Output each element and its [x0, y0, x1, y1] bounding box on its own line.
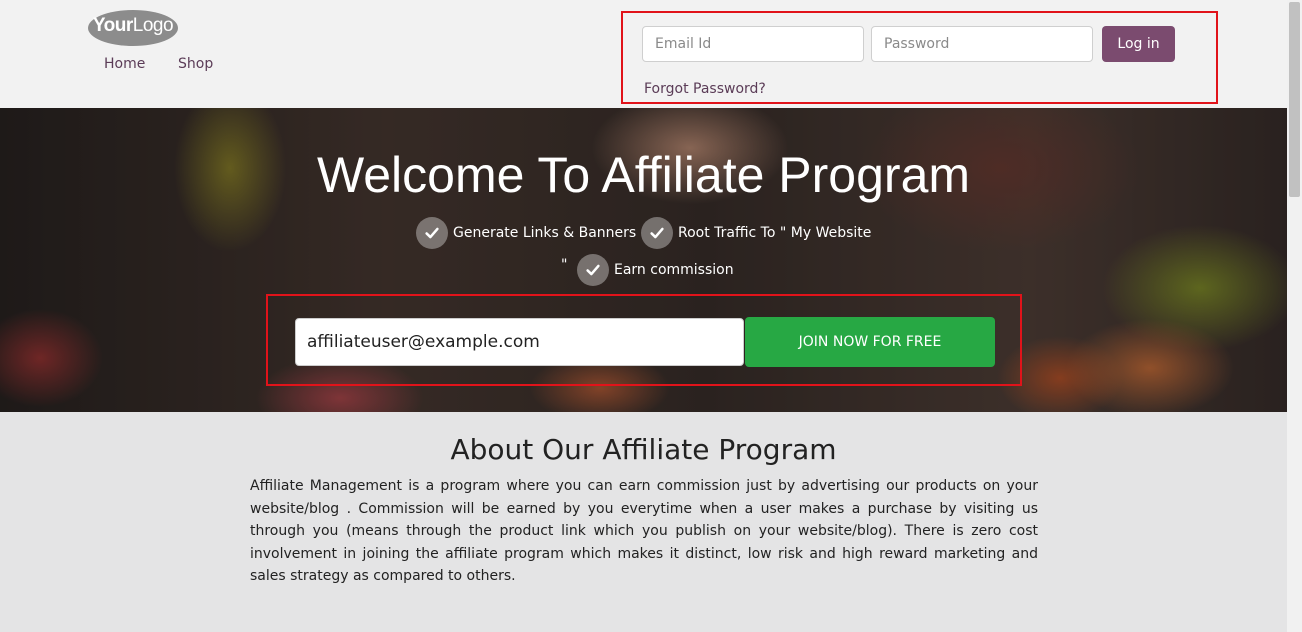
- stray-quote: ": [561, 257, 568, 273]
- logo-text-bold: Your: [92, 15, 133, 36]
- feature-earn-commission: Earn commission: [577, 254, 734, 286]
- page-scrollbar[interactable]: [1287, 0, 1302, 632]
- feature-generate-links: Generate Links & Banners: [416, 217, 636, 249]
- forgot-password-link[interactable]: Forgot Password?: [644, 81, 766, 97]
- check-icon: [577, 254, 609, 286]
- nav-shop-link[interactable]: Shop: [178, 56, 213, 72]
- feature-root-traffic: Root Traffic To " My Website: [641, 217, 871, 249]
- join-email-input[interactable]: [295, 318, 744, 366]
- nav-home-link[interactable]: Home: [104, 56, 145, 72]
- password-field[interactable]: [871, 26, 1093, 62]
- check-icon: [641, 217, 673, 249]
- login-form: Log in Forgot Password?: [621, 11, 1218, 104]
- feature-label: Root Traffic To " My Website: [678, 225, 872, 241]
- site-header: YourLogo Home Shop Log in Forgot Passwor…: [0, 0, 1287, 108]
- feature-label: Earn commission: [614, 262, 734, 278]
- check-icon: [416, 217, 448, 249]
- hero-banner: Welcome To Affiliate Program Generate Li…: [0, 108, 1287, 412]
- join-form: JOIN NOW FOR FREE: [266, 294, 1022, 386]
- login-button[interactable]: Log in: [1102, 26, 1175, 62]
- about-description: Affiliate Management is a program where …: [250, 478, 1038, 585]
- hero-title: Welcome To Affiliate Program: [316, 147, 971, 203]
- join-now-button[interactable]: JOIN NOW FOR FREE: [745, 317, 995, 367]
- feature-label: Generate Links & Banners: [453, 225, 637, 241]
- about-title: About Our Affiliate Program: [450, 433, 837, 466]
- scrollbar-thumb[interactable]: [1289, 2, 1300, 197]
- email-field[interactable]: [642, 26, 864, 62]
- site-logo[interactable]: YourLogo: [88, 10, 178, 46]
- logo-text-light: Logo: [132, 15, 174, 36]
